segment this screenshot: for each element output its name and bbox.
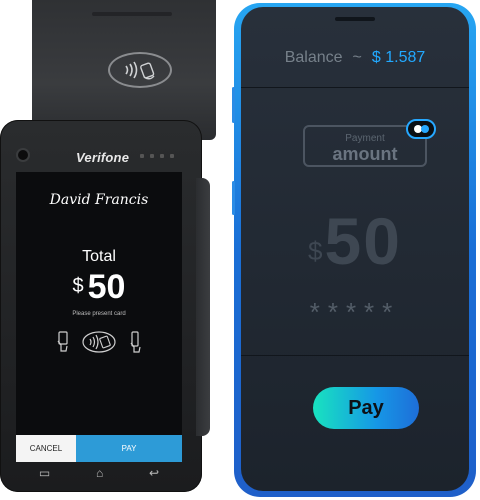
amount-value: 50 [87,268,126,306]
balance-value: $ 1.587 [371,49,426,66]
balance-row: Balance ~ $ 1.587 [241,47,469,69]
paper-slot [92,12,172,16]
smartphone: Balance ~ $ 1.587 Payment amount $50 ***… [232,3,476,497]
speaker-grille [335,17,375,21]
header-divider [241,87,469,88]
back-icon[interactable]: ↩ [149,466,159,480]
amount-value: 50 [324,204,402,278]
phone-screen: Balance ~ $ 1.587 Payment amount $50 ***… [241,7,469,491]
terminal-nav-bar: ▭ ⌂ ↩ [16,462,182,484]
total-label: Total [82,248,116,265]
currency-symbol: $ [308,236,323,266]
contactless-reader-icon [108,52,172,88]
payment-method-icons [16,327,182,357]
payment-terminal: Verifone David Francis Total $50 Please … [0,0,216,500]
currency-symbol: $ [72,275,84,297]
phone-amount: $50 [241,203,469,279]
swipe-card-icon [130,331,141,353]
balance-separator: ~ [352,49,362,66]
cardholder-name: David Francis [49,192,149,208]
cancel-button[interactable]: CANCEL [16,435,76,462]
volume-button [232,87,235,123]
brand-logo: Verifone [76,150,130,165]
balance-label: Balance [284,49,343,66]
terminal-action-bar: CANCEL PAY [16,435,182,462]
card-slot-grip [196,178,210,436]
amount-label: amount [332,144,398,164]
pin-mask: ***** [309,297,401,327]
receipt-printer [32,0,216,140]
insert-card-icon [57,331,68,352]
contactless-icon [82,331,116,353]
present-card-instruction: Please present card [72,311,126,317]
status-leds [140,154,174,158]
card-toggle[interactable] [406,119,436,139]
phone-pay-button[interactable]: Pay [313,387,419,429]
power-button [232,181,235,215]
terminal-pay-button[interactable]: PAY [76,435,182,462]
terminal-screen: David Francis Total $50 Please present c… [16,172,182,462]
home-icon[interactable]: ⌂ [96,466,103,480]
camera-icon [18,150,28,160]
menu-icon[interactable]: ▭ [39,466,50,480]
keypad-divider [241,355,469,356]
total-amount: $50 [16,268,182,307]
